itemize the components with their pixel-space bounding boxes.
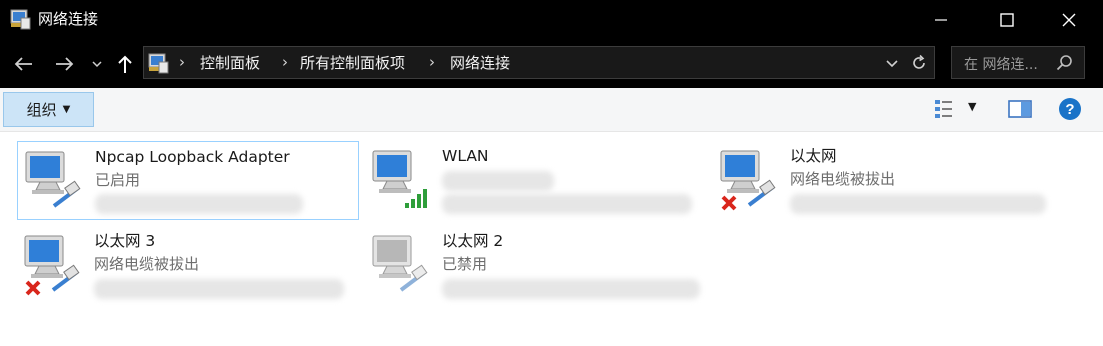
connection-name: 以太网 3 (94, 232, 156, 250)
connection-status: 网络电缆被拔出 (94, 255, 200, 273)
title-bar: 网络连接 (0, 0, 1103, 40)
breadcrumb-control-panel[interactable]: 控制面板 (200, 53, 260, 73)
close-icon (1062, 13, 1076, 27)
minimize-icon (935, 19, 947, 21)
connection-item-ethernet-2[interactable]: 以太网 2 已禁用 (365, 226, 707, 305)
ethernet-adapter-icon (24, 235, 80, 296)
recent-locations-button[interactable] (89, 50, 105, 78)
change-view-icon[interactable] (934, 98, 954, 120)
organize-button[interactable]: 组织 ▼ (3, 92, 94, 127)
wireless-adapter-icon (372, 150, 427, 208)
breadcrumb-network-connections[interactable]: 网络连接 (450, 53, 510, 73)
forward-button[interactable] (52, 50, 78, 78)
chevron-down-icon[interactable] (884, 55, 900, 71)
search-placeholder: 在 网络连... (964, 57, 1038, 73)
redacted-device-name (95, 194, 303, 214)
connection-status: 已禁用 (442, 255, 488, 273)
connections-view: Npcap Loopback Adapter 已启用 WLAN 以太网 网络电缆… (0, 132, 1103, 346)
view-options-dropdown[interactable]: ▼ (968, 100, 982, 116)
redacted-device-name (442, 194, 692, 214)
search-icon[interactable] (1056, 54, 1074, 72)
redacted-device-name (94, 279, 344, 299)
breadcrumb-separator: › (282, 53, 288, 71)
close-button[interactable] (1046, 0, 1092, 40)
connection-name: 以太网 (790, 147, 837, 165)
maximize-icon (1000, 13, 1014, 27)
organize-label: 组织 (26, 101, 57, 119)
breadcrumb-all-items[interactable]: 所有控制面板项 (300, 53, 405, 73)
ethernet-adapter-icon (720, 150, 776, 211)
up-button[interactable] (112, 50, 138, 78)
svg-text:?: ? (1065, 101, 1074, 118)
disabled-adapter-icon (372, 235, 428, 292)
maximize-button[interactable] (984, 0, 1030, 40)
back-arrow-icon (14, 57, 32, 71)
connection-name: 以太网 2 (442, 232, 504, 250)
forward-arrow-icon (56, 57, 74, 71)
minimize-button[interactable] (918, 0, 964, 40)
network-adapter-icon (25, 151, 81, 208)
connection-name: WLAN (442, 147, 489, 165)
connection-item-ethernet-3[interactable]: 以太网 3 网络电缆被拔出 (17, 226, 359, 305)
connection-name: Npcap Loopback Adapter (95, 148, 290, 166)
breadcrumb-separator: › (429, 53, 435, 71)
refresh-icon[interactable] (910, 54, 928, 72)
redacted-network-name (442, 171, 554, 191)
window-title: 网络连接 (38, 10, 99, 28)
redacted-device-name (442, 279, 700, 299)
caret-down-icon: ▼ (62, 104, 71, 115)
chevron-down-icon (92, 61, 102, 68)
address-bar: › 控制面板 › 所有控制面板项 › 网络连接 在 网络连... (0, 40, 1103, 88)
network-connections-icon (10, 9, 31, 30)
connection-item-ethernet[interactable]: 以太网 网络电缆被拔出 (713, 141, 1055, 220)
connection-status: 已启用 (95, 171, 141, 189)
connection-item-wlan[interactable]: WLAN (365, 141, 707, 220)
help-icon[interactable]: ? (1058, 97, 1082, 121)
up-arrow-icon (118, 55, 132, 73)
control-panel-icon (148, 53, 169, 74)
connection-status: 网络电缆被拔出 (790, 170, 896, 188)
command-bar: 组织 ▼ ▼ ? (0, 88, 1103, 132)
breadcrumb-separator: › (179, 53, 185, 71)
connection-item-npcap[interactable]: Npcap Loopback Adapter 已启用 (17, 141, 359, 220)
address-path[interactable]: › 控制面板 › 所有控制面板项 › 网络连接 (143, 46, 935, 79)
search-input[interactable]: 在 网络连... (951, 46, 1085, 79)
preview-pane-icon[interactable] (1008, 99, 1032, 119)
back-button[interactable] (10, 50, 36, 78)
redacted-device-name (790, 194, 1046, 214)
